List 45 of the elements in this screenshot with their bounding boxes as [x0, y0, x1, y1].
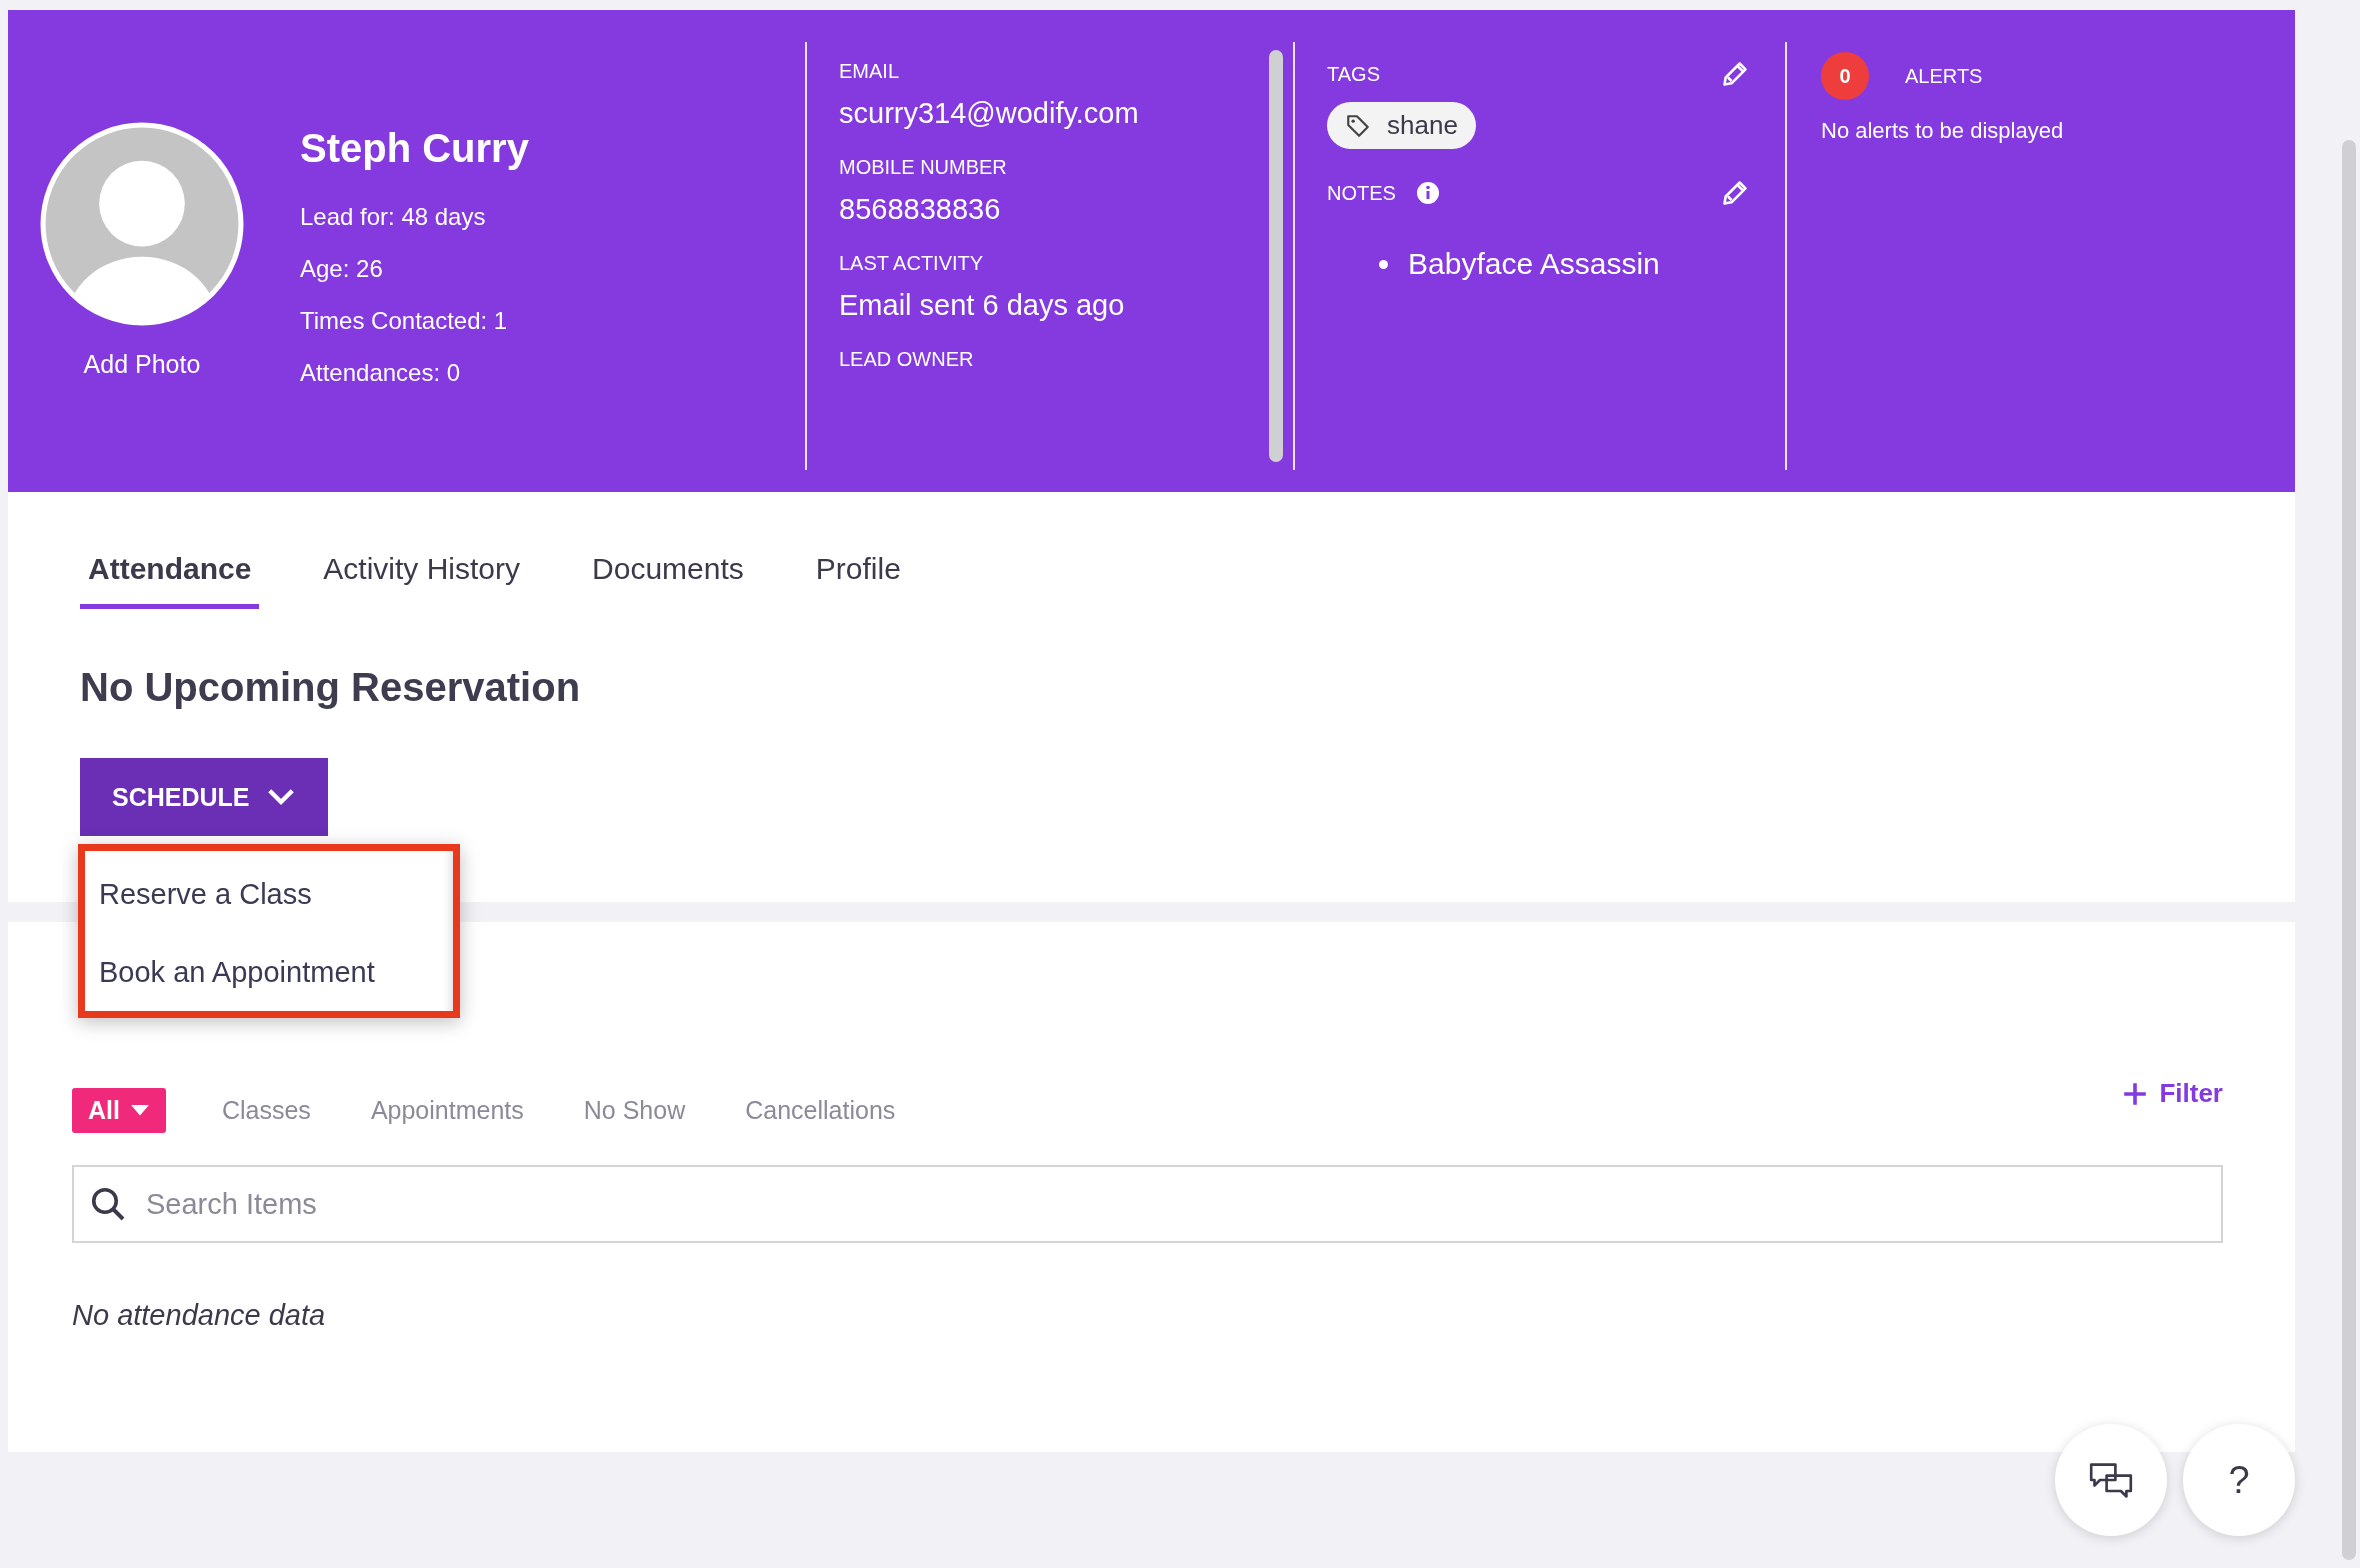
tab[interactable]: Documents — [584, 552, 752, 609]
lead-detail: Attendances: 0 — [300, 358, 462, 388]
lead-detail: Age: 26 — [300, 254, 384, 284]
filter-button[interactable]: Filter — [2123, 1078, 2223, 1109]
tags-label: TAGS — [1327, 62, 1380, 86]
menu-item[interactable]: Reserve a Class — [99, 855, 429, 933]
caret-icon — [129, 1104, 150, 1117]
chat-icon — [2089, 1462, 2133, 1498]
avatar-icon[interactable] — [40, 122, 244, 326]
field-label: EMAIL — [839, 60, 901, 83]
schedule-button[interactable]: SCHEDULE — [80, 758, 328, 836]
field-value: Email sent 6 days ago — [839, 289, 1126, 322]
lead-detail: Lead for: 48 days — [300, 202, 487, 232]
lead-detail: Times Contacted: 1 — [300, 306, 509, 336]
field-value: 8568838836 — [839, 193, 1002, 226]
alerts-message: No alerts to be displayed — [1821, 118, 2064, 144]
bullet-icon — [1379, 259, 1388, 269]
field-label: MOBILE NUMBER — [839, 156, 1008, 179]
scrollbar[interactable] — [1269, 50, 1283, 462]
chat-button[interactable] — [2055, 1424, 2167, 1536]
pencil-icon[interactable] — [1721, 179, 1749, 207]
tag-chip[interactable]: shane — [1327, 102, 1476, 149]
scrollbar[interactable] — [2342, 140, 2356, 1560]
help-button[interactable]: ? — [2183, 1424, 2295, 1536]
alerts-label: ALERTS — [1905, 64, 1983, 88]
tab[interactable]: Profile — [807, 552, 909, 609]
notes-label: NOTES — [1327, 181, 1396, 205]
field-value: scurry314@wodify.com — [839, 97, 1140, 130]
lead-name: Steph Curry — [300, 126, 529, 171]
search-field[interactable]: Search Items — [72, 1165, 2223, 1243]
tab[interactable]: Attendance — [80, 552, 260, 609]
alert-count-badge: 0 — [1821, 52, 1869, 100]
filter-tab[interactable]: All — [72, 1088, 166, 1133]
pencil-icon[interactable] — [1721, 60, 1749, 88]
note-text: Babyface Assassin — [1408, 247, 1660, 281]
plus-icon — [2123, 1081, 2148, 1106]
tag-icon — [1345, 112, 1371, 139]
field-label: LAST ACTIVITY — [839, 252, 985, 275]
section-heading: No Upcoming Reservation — [80, 665, 582, 710]
empty-message: No attendance data — [72, 1299, 327, 1332]
tab[interactable]: Activity History — [315, 552, 529, 609]
field-label: LEAD OWNER — [839, 348, 975, 371]
add-photo-link[interactable]: Add Photo — [83, 350, 201, 379]
info-icon[interactable] — [1415, 181, 1440, 205]
menu-item[interactable]: Book an Appointment — [99, 933, 429, 1011]
